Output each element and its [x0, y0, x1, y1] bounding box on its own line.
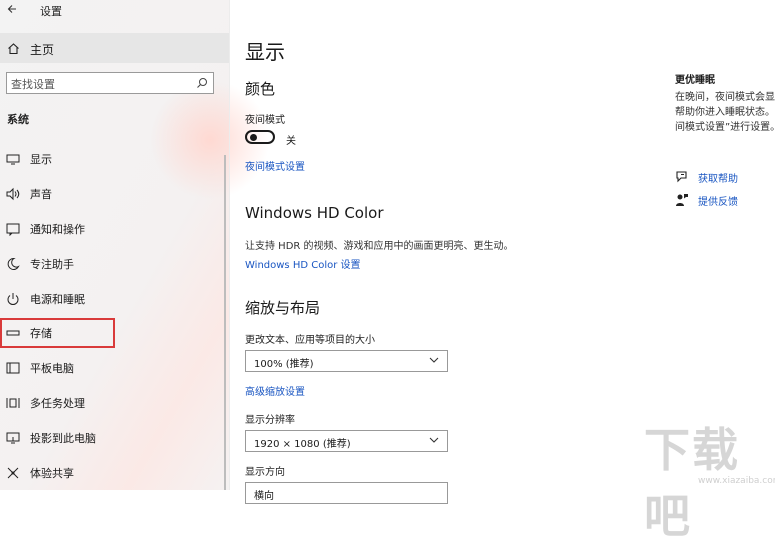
scale-layout-heading: 缩放与布局	[245, 299, 321, 317]
project-icon	[6, 432, 20, 444]
main-content: 显示 颜色 夜间模式 关 夜间模式设置 Windows HD Color 让支持…	[229, 0, 659, 504]
chevron-down-icon	[429, 357, 439, 363]
sidebar-item-label: 通知和操作	[30, 223, 85, 236]
toggle-knob	[250, 134, 257, 141]
sidebar-item-label: 投影到此电脑	[30, 432, 96, 445]
sidebar-item-label: 显示	[30, 153, 52, 166]
color-heading: 颜色	[245, 80, 276, 98]
notification-icon	[6, 223, 20, 236]
resolution-value: 1920 × 1080 (推荐)	[254, 439, 351, 450]
resolution-dropdown[interactable]: 1920 × 1080 (推荐)	[245, 430, 448, 452]
sidebar: 设置 主页 系统 显示 声音 通知和操作	[0, 0, 270, 490]
text-size-label: 更改文本、应用等项目的大小	[245, 335, 375, 346]
search-box[interactable]	[6, 72, 214, 96]
sidebar-item-label: 多任务处理	[30, 397, 85, 410]
sidebar-scrollbar[interactable]	[224, 155, 226, 490]
sidebar-item-shared-experiences[interactable]: 体验共享	[0, 458, 228, 488]
watermark-url: www.xiazaiba.com	[698, 476, 775, 486]
moon-icon	[7, 257, 20, 270]
sidebar-item-label: 体验共享	[30, 467, 74, 480]
night-mode-label: 夜间模式	[245, 115, 285, 126]
window-title: 设置	[40, 5, 62, 18]
hd-color-settings-link[interactable]: Windows HD Color 设置	[245, 256, 361, 271]
home-nav-item[interactable]: 主页	[0, 33, 229, 63]
text-size-value: 100% (推荐)	[254, 359, 314, 370]
sidebar-item-label: 专注助手	[30, 258, 74, 271]
home-label: 主页	[30, 43, 55, 57]
home-icon	[8, 43, 19, 55]
sidebar-item-display[interactable]: 显示	[0, 144, 228, 174]
display-icon	[6, 154, 20, 165]
night-mode-toggle[interactable]	[245, 130, 275, 144]
sidebar-item-label: 电源和睡眠	[30, 293, 85, 306]
sidebar-item-sound[interactable]: 声音	[0, 179, 228, 209]
sidebar-item-label: 声音	[30, 188, 52, 201]
get-help-label: 获取帮助	[698, 174, 738, 185]
sidebar-item-label: 平板电脑	[30, 362, 74, 375]
tablet-icon	[6, 362, 20, 374]
search-input[interactable]	[7, 73, 193, 96]
sidebar-item-tablet[interactable]: 平板电脑	[0, 353, 228, 383]
multitask-icon	[6, 398, 20, 408]
text-size-dropdown[interactable]: 100% (推荐)	[245, 350, 448, 372]
power-icon	[7, 293, 19, 305]
section-label-system: 系统	[7, 113, 29, 126]
feedback-label: 提供反馈	[698, 197, 738, 208]
watermark-logo: 下载吧 www.xiazaiba.com	[640, 412, 775, 543]
page-title: 显示	[245, 40, 285, 64]
sidebar-item-project[interactable]: 投影到此电脑	[0, 423, 228, 453]
night-mode-state: 关	[286, 136, 296, 147]
sidebar-item-notifications[interactable]: 通知和操作	[0, 214, 228, 244]
orientation-value: 横向	[254, 491, 274, 502]
night-mode-settings-link[interactable]: 夜间模式设置	[245, 158, 305, 173]
storage-highlight-box	[0, 318, 115, 348]
sidebar-item-multitasking[interactable]: 多任务处理	[0, 388, 228, 418]
orientation-label: 显示方向	[245, 467, 285, 478]
help-chat-icon	[676, 171, 687, 183]
sidebar-item-power-sleep[interactable]: 电源和睡眠	[0, 284, 228, 314]
hd-color-heading: Windows HD Color	[245, 204, 384, 222]
related-description: 在晚间，夜间模式会显示暖色，帮助你进入睡眠状态。选择“夜间模式设置”进行设置。	[675, 92, 775, 133]
feedback-person-icon	[676, 194, 688, 206]
speaker-icon	[6, 187, 20, 201]
share-icon	[7, 467, 19, 479]
resolution-label: 显示分辨率	[245, 415, 295, 426]
advanced-scaling-link[interactable]: 高级缩放设置	[245, 383, 305, 398]
back-arrow-icon[interactable]	[7, 4, 17, 14]
related-title: 更优睡眠	[675, 75, 715, 86]
chevron-down-icon	[429, 437, 439, 443]
orientation-dropdown[interactable]: 横向	[245, 482, 448, 504]
hd-color-description: 让支持 HDR 的视频、游戏和应用中的画面更明亮、更生动。	[245, 241, 514, 252]
search-icon[interactable]	[196, 77, 208, 89]
sidebar-item-focus-assist[interactable]: 专注助手	[0, 249, 228, 279]
